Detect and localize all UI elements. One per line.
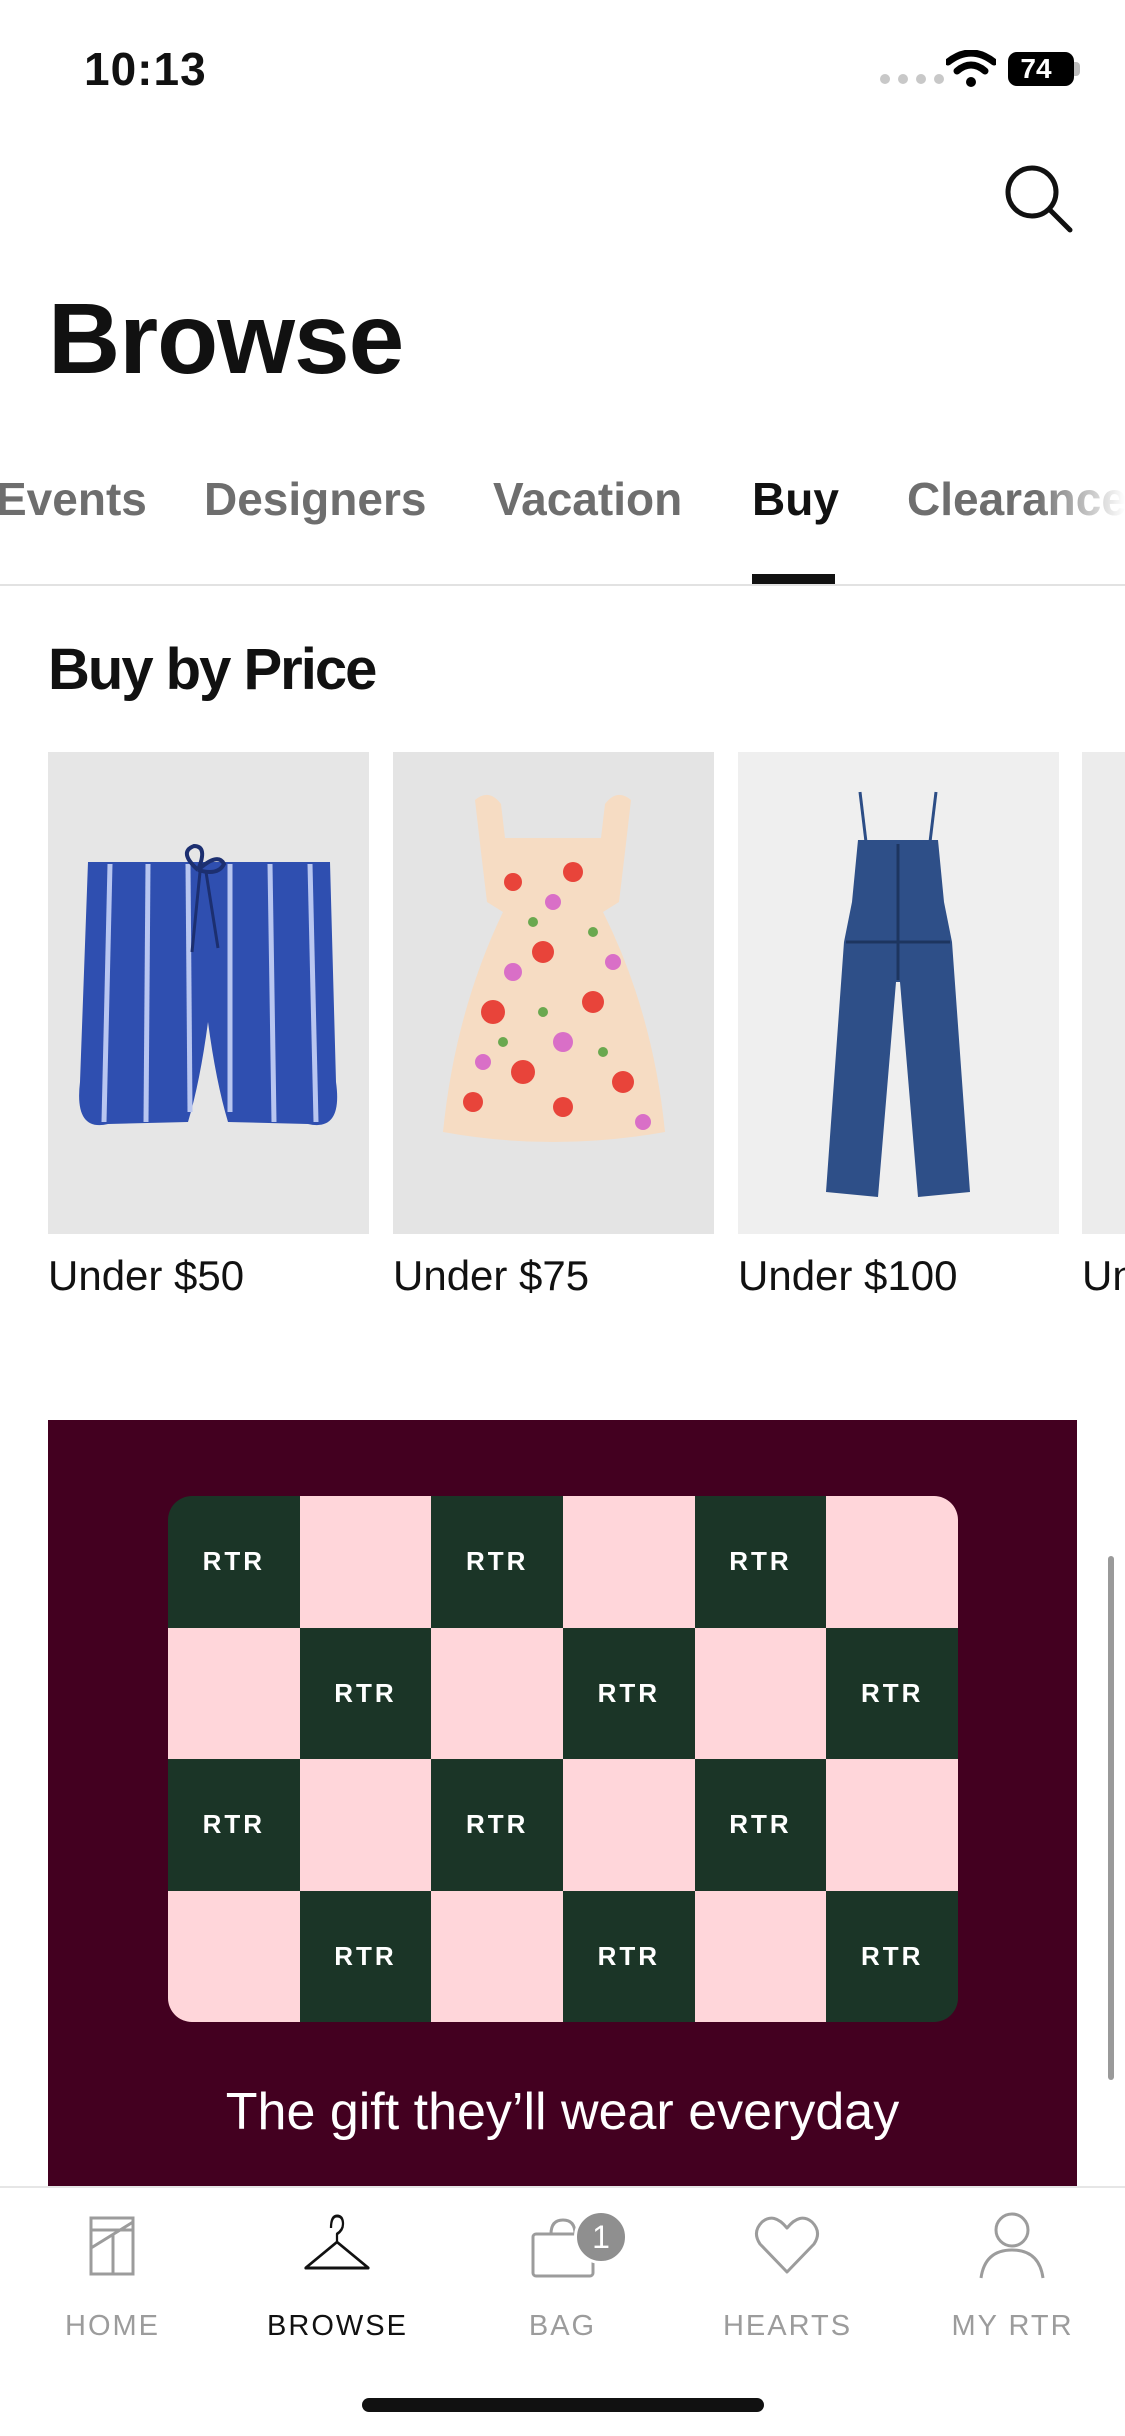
price-label: Under $50 — [48, 1252, 245, 1299]
price-card-under-100[interactable]: Under $100 — [738, 752, 1059, 1300]
nav-label: BROWSE — [267, 2310, 408, 2342]
rtr-tile: RTR — [431, 1496, 563, 1628]
blank-tile — [431, 1627, 563, 1759]
hanger-icon — [304, 2214, 370, 2270]
wifi-icon — [946, 50, 996, 87]
blank-tile — [299, 1759, 432, 1891]
rtr-tile: RTR — [168, 1759, 300, 1891]
jumpsuit-image — [738, 752, 1059, 1234]
price-carousel[interactable]: Under $50 Under $75 Under $100 Un — [48, 752, 1125, 1312]
price-card-partial[interactable]: Un — [1082, 752, 1125, 1300]
nav-hearts[interactable]: HEARTS — [675, 2208, 900, 2348]
rtr-tile: RTR — [563, 1890, 695, 2022]
blank-tile — [826, 1759, 958, 1891]
battery-level: 74 — [1020, 53, 1052, 84]
gift-card-banner[interactable]: RTR RTR RTR RTR RTR RTR RTR RTR RTR RTR RTR RTR The… — [48, 1420, 1077, 2190]
tab-vacation[interactable]: Vacation — [493, 472, 682, 526]
gift-banner-caption: The gift they’ll wear everyday — [225, 2083, 900, 2141]
tabs-fade — [1035, 460, 1125, 584]
blank-tile — [826, 1496, 958, 1628]
rtr-tile: RTR — [694, 1496, 827, 1628]
rtr-tile: RTR — [826, 1627, 958, 1759]
price-card-under-75[interactable]: Under $75 — [393, 752, 714, 1300]
nav-my-rtr[interactable]: MY RTR — [900, 2208, 1125, 2348]
user-icon — [979, 2212, 1045, 2279]
rtr-tile: RTR — [694, 1759, 827, 1891]
battery-icon: 74 — [1008, 52, 1074, 86]
blank-tile — [694, 1890, 827, 2022]
home-indicator — [362, 2398, 764, 2412]
price-label: Under $100 — [738, 1252, 958, 1299]
price-label: Un — [1082, 1252, 1125, 1299]
tab-events[interactable]: Events — [0, 472, 147, 526]
tab-buy[interactable]: Buy — [752, 472, 839, 526]
price-card-under-50[interactable]: Under $50 — [48, 752, 369, 1300]
rtr-tile: RTR — [431, 1759, 563, 1891]
home-icon — [89, 2216, 135, 2276]
bag-count-badge: 1 — [574, 2210, 628, 2264]
heart-icon — [755, 2216, 819, 2274]
price-label: Under $75 — [393, 1252, 590, 1299]
category-tabs: Events Designers Vacation Buy Clearance — [0, 460, 1125, 586]
active-tab-indicator — [752, 574, 835, 584]
section-title: Buy by Price — [48, 637, 377, 702]
rtr-tile: RTR — [168, 1496, 300, 1628]
product-image — [1082, 752, 1125, 1234]
blank-tile — [694, 1627, 827, 1759]
nav-label: HOME — [65, 2310, 160, 2342]
cellular-signal-icon — [880, 74, 944, 84]
rtr-tile: RTR — [826, 1890, 958, 2022]
blank-tile — [168, 1627, 300, 1759]
blank-tile — [563, 1496, 695, 1628]
blank-tile — [299, 1496, 432, 1628]
dress-image — [393, 752, 714, 1234]
blank-tile — [431, 1890, 563, 2022]
nav-label: HEARTS — [722, 2310, 853, 2342]
page-title: Browse — [48, 283, 404, 395]
nav-home[interactable]: HOME — [0, 2208, 225, 2348]
blank-tile — [168, 1890, 300, 2022]
nav-label: BAG — [528, 2310, 597, 2342]
battery-nub — [1074, 62, 1080, 76]
tab-designers[interactable]: Designers — [204, 472, 426, 526]
rtr-tile: RTR — [299, 1890, 432, 2022]
status-time: 10:13 — [84, 43, 207, 95]
nav-label: MY RTR — [951, 2310, 1074, 2342]
rtr-tile: RTR — [299, 1627, 432, 1759]
search-icon[interactable] — [1000, 160, 1076, 236]
gift-card-graphic: RTR RTR RTR RTR RTR RTR RTR RTR RTR RTR RTR RTR — [168, 1496, 958, 2022]
scrollbar[interactable] — [1108, 1556, 1114, 2080]
status-bar: 10:13 74 — [0, 0, 1125, 140]
shorts-image — [48, 752, 369, 1234]
blank-tile — [563, 1759, 695, 1891]
nav-browse[interactable]: BROWSE — [225, 2208, 450, 2348]
nav-bag[interactable]: 1 BAG — [450, 2208, 675, 2348]
rtr-tile: RTR — [563, 1627, 695, 1759]
